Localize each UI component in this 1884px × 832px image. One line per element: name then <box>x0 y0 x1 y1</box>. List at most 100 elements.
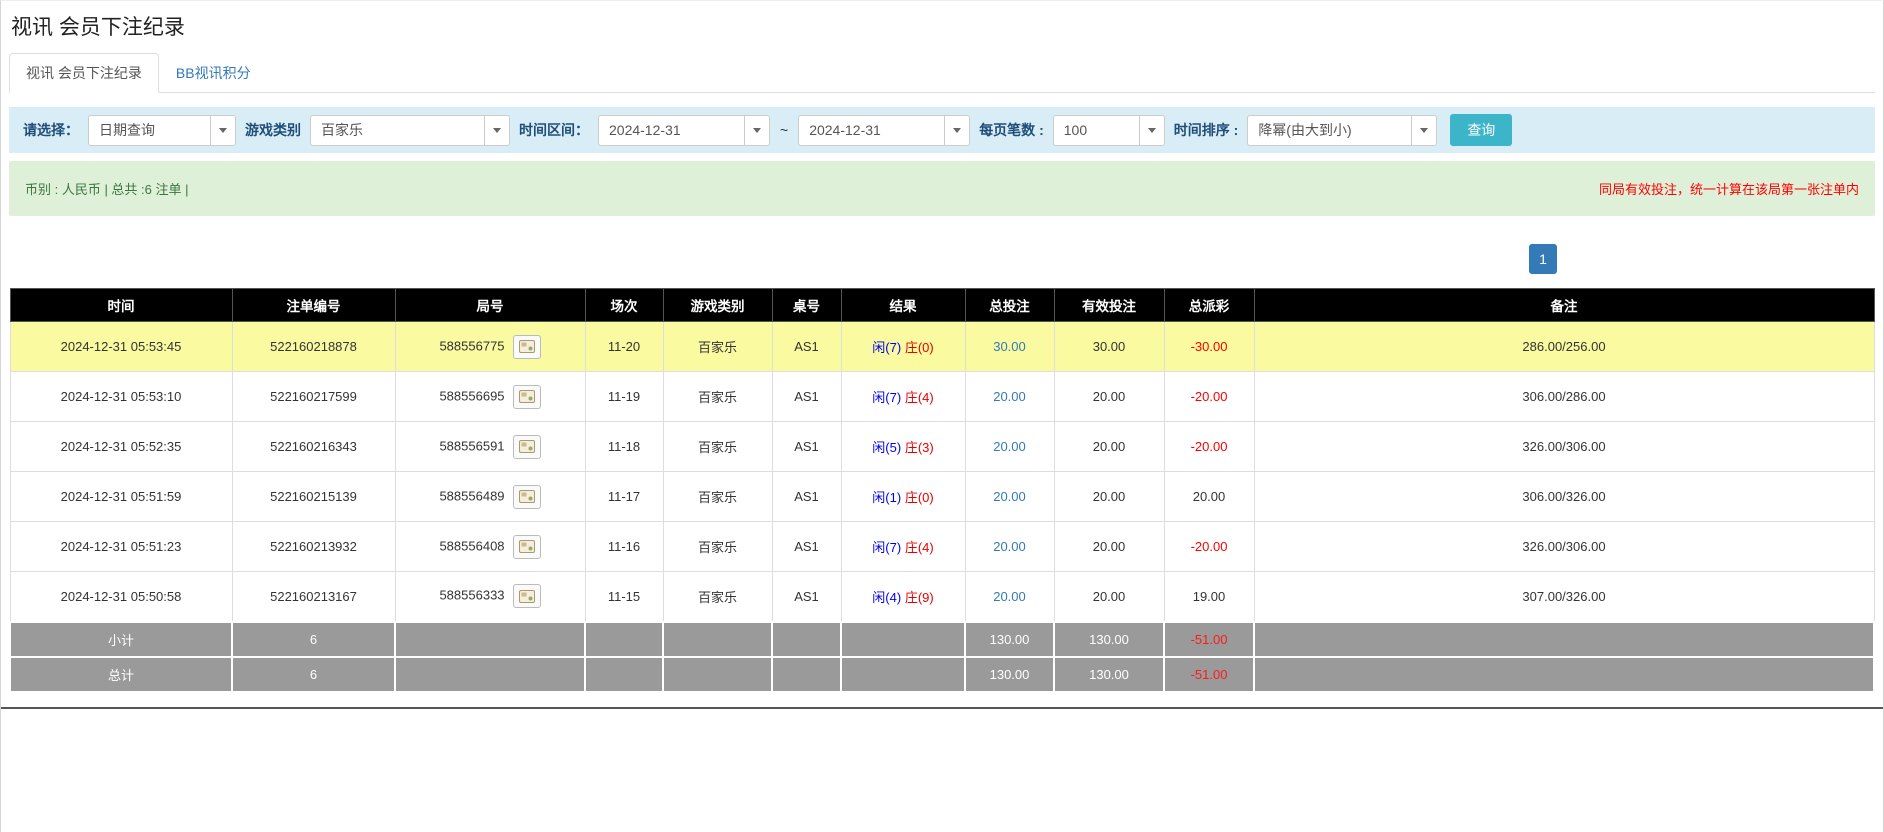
video-replay-button[interactable] <box>513 385 541 409</box>
query-button[interactable]: 查询 <box>1450 114 1512 146</box>
result-banker: 庄(9) <box>905 590 934 605</box>
result-banker: 庄(0) <box>905 490 934 505</box>
video-icon <box>519 440 535 453</box>
betting-records-table: 时间 注单编号 局号 场次 游戏类别 桌号 结果 总投注 有效投注 总派彩 备注… <box>9 288 1875 693</box>
payout-value: 20.00 <box>1193 489 1226 504</box>
subtotal-count: 6 <box>232 622 395 657</box>
table-row: 2024-12-31 05:53:10 522160217599 5885566… <box>10 372 1874 422</box>
total-bet-link[interactable]: 20.00 <box>993 389 1026 404</box>
page-container: 视讯 会员下注纪录 视讯 会员下注纪录 BB视讯积分 请选择： 日期查询 游戏类… <box>0 0 1884 832</box>
video-replay-button[interactable] <box>513 335 541 359</box>
cell-result: 闲(7) 庄(4) <box>841 372 965 422</box>
total-bet-link[interactable]: 20.00 <box>993 439 1026 454</box>
video-replay-button[interactable] <box>513 535 541 559</box>
header-payout: 总派彩 <box>1164 289 1254 322</box>
cell-game-type: 百家乐 <box>663 572 772 622</box>
header-time: 时间 <box>10 289 232 322</box>
header-result: 结果 <box>841 289 965 322</box>
video-replay-button[interactable] <box>513 435 541 459</box>
round-id: 588556775 <box>439 338 504 353</box>
cell-remark: 306.00/326.00 <box>1254 472 1874 522</box>
cell-result: 闲(7) 庄(0) <box>841 322 965 372</box>
total-label: 总计 <box>10 657 232 692</box>
tab-betting-records[interactable]: 视讯 会员下注纪录 <box>9 53 159 93</box>
date-to-input[interactable]: 2024-12-31 <box>798 115 970 146</box>
cell-round-id: 588556408 <box>395 522 585 572</box>
result-player: 闲(7) <box>872 340 901 355</box>
header-bet-id: 注单编号 <box>232 289 395 322</box>
content-area: 视讯 会员下注纪录 视讯 会员下注纪录 BB视讯积分 请选择： 日期查询 游戏类… <box>1 1 1883 709</box>
total-bet-link[interactable]: 30.00 <box>993 339 1026 354</box>
game-type-value: 百家乐 <box>311 116 484 145</box>
chevron-down-icon <box>210 116 235 145</box>
cell-round-id: 588556775 <box>395 322 585 372</box>
cell-payout: 20.00 <box>1164 472 1254 522</box>
currency-summary: 币别 : 人民币 | 总共 :6 注单 | <box>25 179 189 198</box>
cell-total-bet: 20.00 <box>965 472 1054 522</box>
chevron-down-icon <box>484 116 509 145</box>
header-remark: 备注 <box>1254 289 1874 322</box>
cell-bet-id: 522160213932 <box>232 522 395 572</box>
select-type-label: 请选择： <box>23 120 79 140</box>
cell-bet-id: 522160215139 <box>232 472 395 522</box>
per-page-value: 100 <box>1054 116 1139 145</box>
subtotal-total-bet: 130.00 <box>965 622 1054 657</box>
round-id: 588556591 <box>439 438 504 453</box>
cell-game-type: 百家乐 <box>663 522 772 572</box>
tab-bb-video-points[interactable]: BB视讯积分 <box>159 53 268 93</box>
total-bet-link[interactable]: 20.00 <box>993 489 1026 504</box>
payout-value: -30.00 <box>1191 339 1228 354</box>
cell-time: 2024-12-31 05:53:45 <box>10 322 232 372</box>
cell-game-type: 百家乐 <box>663 472 772 522</box>
payout-value: -20.00 <box>1191 439 1228 454</box>
cell-game-type: 百家乐 <box>663 322 772 372</box>
result-banker: 庄(4) <box>905 390 934 405</box>
cell-valid-bet: 20.00 <box>1054 472 1164 522</box>
round-id: 588556695 <box>439 388 504 403</box>
cell-session: 11-15 <box>585 572 663 622</box>
video-replay-button[interactable] <box>513 584 541 608</box>
total-bet-link[interactable]: 20.00 <box>993 539 1026 554</box>
total-count: 6 <box>232 657 395 692</box>
video-replay-button[interactable] <box>513 485 541 509</box>
date-from-value: 2024-12-31 <box>599 116 744 145</box>
table-row: 2024-12-31 05:52:35 522160216343 5885565… <box>10 422 1874 472</box>
table-row: 2024-12-31 05:51:23 522160213932 5885564… <box>10 522 1874 572</box>
result-player: 闲(1) <box>872 490 901 505</box>
result-player: 闲(5) <box>872 440 901 455</box>
game-type-select[interactable]: 百家乐 <box>310 115 510 146</box>
game-type-label: 游戏类别 <box>245 120 301 140</box>
round-id: 588556333 <box>439 588 504 603</box>
chevron-down-icon <box>744 116 769 145</box>
total-bet-link[interactable]: 20.00 <box>993 589 1026 604</box>
video-icon <box>519 490 535 503</box>
result-banker: 庄(0) <box>905 340 934 355</box>
video-icon <box>519 590 535 603</box>
pagination: 1 <box>9 244 1875 274</box>
total-total-bet: 130.00 <box>965 657 1054 692</box>
summary-bar: 币别 : 人民币 | 总共 :6 注单 | 同局有效投注，统一计算在该局第一张注… <box>9 161 1875 216</box>
cell-remark: 307.00/326.00 <box>1254 572 1874 622</box>
per-page-label: 每页笔数 : <box>979 120 1044 140</box>
cell-result: 闲(5) 庄(3) <box>841 422 965 472</box>
date-from-input[interactable]: 2024-12-31 <box>598 115 770 146</box>
cell-table-no: AS1 <box>772 472 841 522</box>
result-player: 闲(7) <box>872 540 901 555</box>
cell-session: 11-18 <box>585 422 663 472</box>
header-session: 场次 <box>585 289 663 322</box>
cell-table-no: AS1 <box>772 372 841 422</box>
header-game-type: 游戏类别 <box>663 289 772 322</box>
date-to-value: 2024-12-31 <box>799 116 944 145</box>
cell-remark: 286.00/256.00 <box>1254 322 1874 372</box>
page-1-button[interactable]: 1 <box>1529 244 1557 274</box>
cell-session: 11-19 <box>585 372 663 422</box>
cell-remark: 326.00/306.00 <box>1254 422 1874 472</box>
cell-total-bet: 20.00 <box>965 522 1054 572</box>
cell-round-id: 588556591 <box>395 422 585 472</box>
date-type-select[interactable]: 日期查询 <box>88 115 236 146</box>
payout-value: -20.00 <box>1191 389 1228 404</box>
time-sort-select[interactable]: 降幂(由大到小) <box>1247 115 1437 146</box>
cell-round-id: 588556695 <box>395 372 585 422</box>
per-page-select[interactable]: 100 <box>1053 115 1165 146</box>
time-sort-value: 降幂(由大到小) <box>1248 116 1411 145</box>
